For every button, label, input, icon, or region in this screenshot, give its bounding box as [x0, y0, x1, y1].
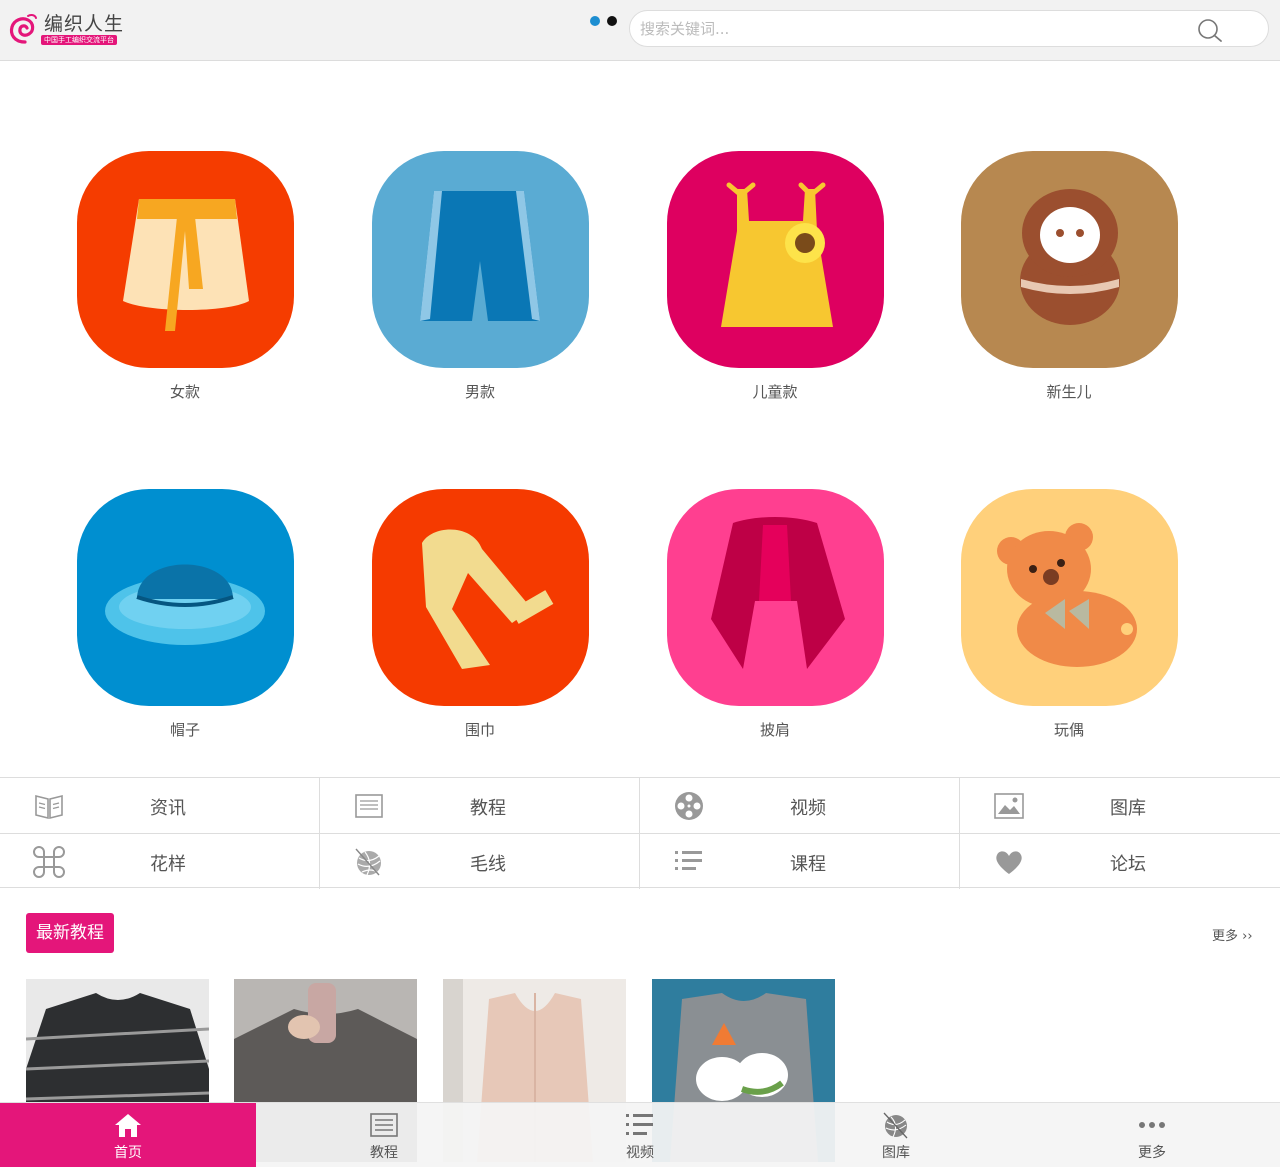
category-label: 新生儿 — [1046, 383, 1092, 401]
image-icon — [994, 793, 1024, 819]
list-icon — [675, 851, 702, 870]
nav-gallery[interactable]: 图库 — [768, 1103, 1024, 1167]
category-label: 帽子 — [169, 721, 200, 739]
menu-label: 视频 — [790, 798, 826, 819]
swirl-logo-icon — [9, 13, 37, 44]
tutorial-icon — [355, 794, 383, 818]
search-icon[interactable] — [1196, 17, 1224, 43]
category-label: 披肩 — [759, 721, 790, 739]
menu-item-video[interactable]: 视频 — [640, 778, 960, 833]
logo-title: 编织人生 — [44, 13, 125, 35]
list-icon — [626, 1114, 653, 1135]
site-logo[interactable]: 编织人生 中国手工编织交流平台 — [8, 8, 132, 48]
more-link[interactable]: 更多 ›› — [1212, 925, 1253, 944]
category-newborn[interactable]: 新生儿 — [959, 151, 1179, 402]
nav-label: 首页 — [114, 1145, 142, 1161]
hat-icon — [76, 489, 294, 706]
shawl-icon — [666, 489, 884, 706]
newborn-doll-icon — [960, 151, 1178, 368]
latest-tutorials-title: 最新教程 — [26, 913, 114, 953]
menu-row: 花样 毛线 课程 论坛 — [0, 833, 1280, 889]
menu-row: 资讯 教程 视频 图库 — [0, 778, 1280, 833]
scarf-icon — [371, 489, 589, 706]
category-label: 玩偶 — [1053, 721, 1084, 739]
category-label: 儿童款 — [752, 383, 798, 401]
menu-item-yarn[interactable]: 毛线 — [320, 834, 640, 889]
menu-item-forum[interactable]: 论坛 — [960, 834, 1280, 889]
nav-more[interactable]: 更多 — [1024, 1103, 1280, 1167]
nav-label: 更多 — [1138, 1145, 1166, 1161]
page: 编织人生 中国手工编织交流平台 女款 — [0, 0, 1280, 1167]
menu-label: 教程 — [470, 798, 506, 819]
shorts-icon — [371, 151, 589, 368]
child-top-icon — [666, 151, 884, 368]
menu-label: 图库 — [1110, 798, 1146, 819]
nav-home[interactable]: 首页 — [0, 1103, 256, 1167]
menu-item-patterns[interactable]: 花样 — [0, 834, 320, 889]
carousel-dots — [590, 16, 617, 26]
teddy-bear-icon — [960, 489, 1178, 706]
nav-tutorials[interactable]: 教程 — [256, 1103, 512, 1167]
nav-videos[interactable]: 视频 — [512, 1103, 768, 1167]
yarn-ball-icon — [883, 1112, 908, 1139]
command-knot-icon — [33, 846, 65, 878]
menu-item-news[interactable]: 资讯 — [0, 778, 320, 833]
category-shawls[interactable]: 披肩 — [665, 489, 885, 740]
more-dots-icon — [1139, 1122, 1165, 1128]
news-icon — [35, 794, 63, 820]
logo-tagline: 中国手工编织交流平台 — [41, 35, 117, 45]
menu-item-gallery[interactable]: 图库 — [960, 778, 1280, 833]
category-kids[interactable]: 儿童款 — [665, 151, 885, 402]
menu-label: 资讯 — [150, 798, 186, 819]
menu-label: 课程 — [790, 854, 826, 875]
carousel-dot-active[interactable] — [590, 16, 600, 26]
category-mens[interactable]: 男款 — [370, 151, 590, 402]
heart-icon — [996, 851, 1022, 874]
tutorial-icon — [370, 1113, 398, 1137]
search-box — [629, 10, 1269, 47]
bottom-nav: 首页 教程 视频 图库 更多 — [0, 1102, 1280, 1167]
nav-label: 图库 — [882, 1145, 910, 1161]
film-reel-icon — [675, 792, 703, 820]
nav-label: 视频 — [626, 1145, 654, 1161]
home-icon — [115, 1114, 141, 1137]
nav-label: 教程 — [370, 1145, 398, 1161]
carousel-dot[interactable] — [607, 16, 617, 26]
menu-item-tutorial[interactable]: 教程 — [320, 778, 640, 833]
category-scarves[interactable]: 围巾 — [370, 489, 590, 740]
menu-item-courses[interactable]: 课程 — [640, 834, 960, 889]
menu-label: 花样 — [150, 854, 186, 875]
category-label: 女款 — [169, 383, 200, 401]
category-toys[interactable]: 玩偶 — [959, 489, 1179, 740]
menu-label: 毛线 — [470, 854, 506, 875]
feature-menu: 资讯 教程 视频 图库 花样 毛线 课程 论坛 — [0, 777, 1280, 889]
category-label: 围巾 — [464, 721, 495, 739]
header-bar: 编织人生 中国手工编织交流平台 — [0, 0, 1280, 61]
category-womens[interactable]: 女款 — [75, 151, 295, 402]
search-input[interactable] — [640, 18, 1180, 40]
category-label: 男款 — [464, 383, 495, 401]
menu-label: 论坛 — [1110, 854, 1146, 875]
yarn-ball-icon — [355, 848, 381, 876]
category-hats[interactable]: 帽子 — [75, 489, 295, 740]
skirt-icon — [76, 151, 294, 368]
